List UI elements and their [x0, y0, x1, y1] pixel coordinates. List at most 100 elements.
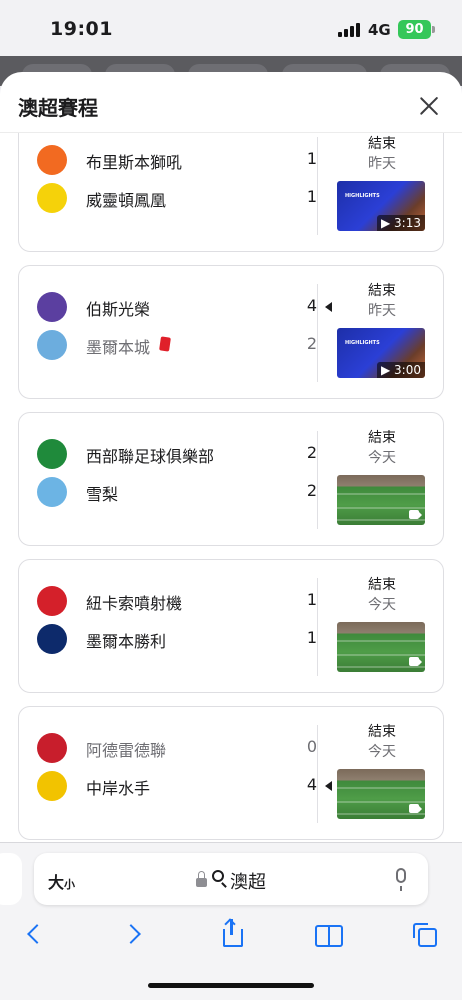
video-duration: ▶ 3:00 [377, 362, 425, 378]
match-day: 昨天 [368, 156, 396, 172]
match-card[interactable]: 紐卡索噴射機 1 墨爾本勝利 1 結束今天 [18, 559, 444, 693]
team-name: 中岸水手 [86, 779, 151, 798]
battery-tip [432, 26, 435, 33]
away-team-row: 墨爾本勝利 1 [37, 624, 327, 654]
home-team-row: 紐卡索噴射機 1 [37, 586, 327, 616]
team-logo-icon [37, 771, 67, 801]
microphone-icon[interactable] [396, 868, 406, 891]
match-thumbnail[interactable] [337, 769, 425, 819]
search-icon [212, 870, 224, 882]
match-thumbnail[interactable] [337, 622, 425, 672]
team-logo-icon [37, 733, 67, 763]
match-card[interactable]: 伯斯光榮 4 墨爾本城 2 結束昨天 HIGHLIGHTS ▶ 3:00 [18, 265, 444, 399]
network-type: 4G [368, 21, 391, 39]
team-name: 伯斯光榮 [86, 300, 151, 319]
team-score: 1 [306, 628, 317, 647]
away-team-row: 中岸水手 4 [37, 771, 332, 801]
video-duration: ▶ 3:13 [377, 215, 425, 231]
team-score: 1 [306, 590, 317, 609]
team-score: 1 [306, 149, 317, 168]
forward-icon[interactable] [118, 919, 150, 951]
divider [317, 725, 318, 823]
team-logo-icon [37, 586, 67, 616]
team-logo-icon [37, 439, 67, 469]
share-icon[interactable] [216, 918, 248, 951]
back-icon[interactable] [18, 919, 50, 951]
team-name: 阿德雷德聯 [86, 741, 167, 760]
team-name: 墨爾本城 [86, 338, 151, 357]
team-name: 布里斯本獅吼 [86, 153, 183, 172]
team-logo-icon [37, 330, 67, 360]
away-team-row: 雪梨 2 [37, 477, 327, 507]
team-logo-icon [37, 183, 67, 213]
team-logo-icon [37, 292, 67, 322]
team-score: 4 [306, 775, 317, 794]
previous-tab-preview[interactable] [0, 853, 22, 905]
match-status: 結束 [368, 724, 396, 740]
search-query[interactable]: 澳超 [230, 868, 266, 894]
winner-arrow-icon [325, 781, 332, 791]
text-size-button[interactable]: 大小 [48, 869, 75, 893]
address-bar[interactable]: 大小 澳超 [34, 853, 428, 905]
video-camera-icon [409, 510, 422, 519]
cellular-signal-icon [338, 23, 362, 37]
match-status: 結束 [368, 577, 396, 593]
team-logo-icon [37, 624, 67, 654]
team-name: 西部聯足球俱樂部 [86, 447, 215, 466]
divider [317, 137, 318, 235]
schedule-sheet: 澳超賽程 布里斯本獅吼 1 威靈頓鳳凰 1 結束 昨天 HIGHLIGHTS ▶ 3:13 伯斯… [0, 72, 462, 842]
team-score: 4 [306, 296, 317, 315]
home-team-row: 伯斯光榮 4 [37, 292, 332, 322]
tabs-icon[interactable] [408, 919, 440, 951]
team-score: 1 [306, 187, 317, 206]
highlights-label: HIGHLIGHTS [345, 340, 380, 346]
team-score: 0 [306, 737, 317, 756]
team-name: 雪梨 [86, 485, 119, 504]
divider [317, 578, 318, 676]
match-day: 今天 [368, 597, 396, 613]
team-name: 威靈頓鳳凰 [86, 191, 167, 210]
close-button[interactable] [415, 92, 443, 120]
team-score: 2 [306, 334, 317, 353]
match-card[interactable]: 西部聯足球俱樂部 2 雪梨 2 結束今天 [18, 412, 444, 546]
highlights-label: HIGHLIGHTS [345, 193, 380, 199]
divider [317, 431, 318, 529]
match-status: 結束 [368, 136, 396, 152]
home-team-row: 西部聯足球俱樂部 2 [37, 439, 327, 469]
match-day: 今天 [368, 744, 396, 760]
match-day: 今天 [368, 450, 396, 466]
text-size-big: 大 [48, 873, 65, 892]
team-score: 2 [306, 443, 317, 462]
status-time: 19:01 [50, 18, 113, 40]
team-name: 紐卡索噴射機 [86, 594, 183, 613]
match-list[interactable]: 布里斯本獅吼 1 威靈頓鳳凰 1 結束 昨天 HIGHLIGHTS ▶ 3:13 伯斯光榮 4 墨爾… [0, 133, 462, 842]
red-card-icon [159, 336, 171, 352]
away-team-row: 墨爾本城 2 [37, 330, 327, 360]
status-bar: 19:01 4G 90 [0, 0, 462, 56]
match-card[interactable]: 布里斯本獅吼 1 威靈頓鳳凰 1 結束昨天 HIGHLIGHTS ▶ 3:13 [18, 133, 444, 252]
match-day: 昨天 [368, 303, 396, 319]
away-team-row: 威靈頓鳳凰 1 [37, 183, 327, 213]
divider [317, 284, 318, 382]
home-team-row: 阿德雷德聯 0 [37, 733, 327, 763]
team-logo-icon [37, 145, 67, 175]
team-name: 墨爾本勝利 [86, 632, 167, 651]
highlight-video-thumbnail[interactable]: HIGHLIGHTS ▶ 3:13 [337, 181, 425, 231]
video-camera-icon [409, 657, 422, 666]
text-size-small: 小 [64, 878, 76, 891]
match-thumbnail[interactable] [337, 475, 425, 525]
home-indicator [148, 983, 314, 988]
highlight-video-thumbnail[interactable]: HIGHLIGHTS ▶ 3:00 [337, 328, 425, 378]
lock-icon [196, 871, 207, 887]
match-status: 結束 [368, 283, 396, 299]
video-camera-icon [409, 804, 422, 813]
home-team-row: 布里斯本獅吼 1 [37, 145, 327, 175]
team-score: 2 [306, 481, 317, 500]
match-status: 結束 [368, 430, 396, 446]
match-card[interactable]: 阿德雷德聯 0 中岸水手 4 結束今天 [18, 706, 444, 840]
browser-toolbar: 大小 澳超 [0, 842, 462, 1000]
battery-icon: 90 [398, 20, 431, 39]
team-logo-icon [37, 477, 67, 507]
bookmarks-icon[interactable] [313, 919, 345, 951]
sheet-title: 澳超賽程 [18, 96, 98, 120]
